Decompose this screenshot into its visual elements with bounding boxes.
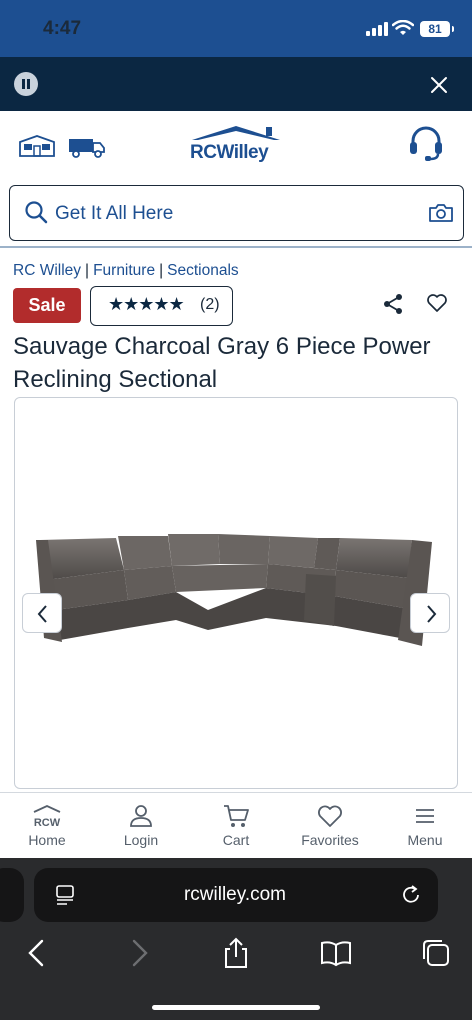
product-image-sectional-sofa[interactable] (36, 530, 436, 650)
nav-login-label: Login (123, 832, 159, 848)
forward-icon[interactable] (122, 937, 154, 969)
nav-favorites[interactable]: Favorites (283, 800, 377, 852)
search-icon[interactable] (24, 200, 48, 224)
promo-banner (0, 57, 472, 111)
nav-login[interactable]: Login (94, 800, 188, 852)
adjacent-tab[interactable] (0, 868, 24, 922)
nav-favorites-label: Favorites (301, 832, 359, 848)
nav-home-label: Home (28, 832, 66, 848)
previous-image-button[interactable] (22, 593, 62, 633)
breadcrumb-item-furniture[interactable]: Furniture (93, 262, 155, 279)
home-icon: RCW (33, 805, 61, 828)
logo-text: RCWilley (190, 142, 269, 163)
star-rating: ★★★★★ (108, 294, 185, 314)
home-indicator (152, 1005, 320, 1010)
status-time: 4:47 (43, 18, 82, 39)
store-icon[interactable] (18, 134, 56, 158)
breadcrumb-item-sectionals[interactable]: Sectionals (167, 262, 239, 279)
chevron-left-icon (37, 605, 47, 623)
user-icon (130, 805, 152, 827)
header-divider (0, 246, 472, 248)
breadcrumb: RC Willey | Furniture | Sectionals (13, 262, 239, 279)
delivery-truck-icon[interactable] (68, 136, 106, 158)
wifi-icon (392, 20, 414, 35)
share-icon[interactable] (382, 293, 404, 315)
camera-icon[interactable] (428, 203, 454, 223)
nav-menu[interactable]: Menu (378, 800, 472, 852)
bookmarks-icon[interactable] (320, 937, 352, 969)
nav-cart-label: Cart (222, 832, 250, 848)
search-input[interactable] (55, 202, 385, 226)
favorite-heart-icon[interactable] (426, 293, 448, 313)
url-text[interactable]: rcwilley.com (150, 884, 320, 906)
chevron-right-icon (427, 605, 437, 623)
close-icon[interactable] (428, 74, 450, 96)
nav-home[interactable]: RCW Home (0, 800, 94, 852)
cellular-signal-icon (366, 22, 388, 36)
back-icon[interactable] (22, 937, 54, 969)
tabs-icon[interactable] (420, 937, 452, 969)
heart-icon (318, 805, 342, 827)
nav-menu-label: Menu (407, 832, 443, 848)
cart-icon (224, 805, 249, 827)
breadcrumb-item-rc-willey[interactable]: RC Willey (13, 262, 81, 279)
pause-button[interactable] (14, 72, 38, 96)
nav-cart[interactable]: Cart (189, 800, 283, 852)
battery-indicator: 81 (420, 21, 454, 37)
share-sheet-icon[interactable] (220, 937, 252, 969)
product-title: Sauvage Charcoal Gray 6 Piece Power Recl… (13, 333, 431, 393)
headset-icon[interactable] (408, 124, 444, 162)
menu-icon (416, 809, 434, 823)
page-menu-icon[interactable] (54, 884, 76, 906)
next-image-button[interactable] (410, 593, 450, 633)
sale-badge: Sale (13, 288, 81, 323)
reload-icon[interactable] (400, 884, 422, 906)
review-count: (2) (200, 296, 220, 313)
home-rcw-mark: RCW (34, 817, 61, 828)
